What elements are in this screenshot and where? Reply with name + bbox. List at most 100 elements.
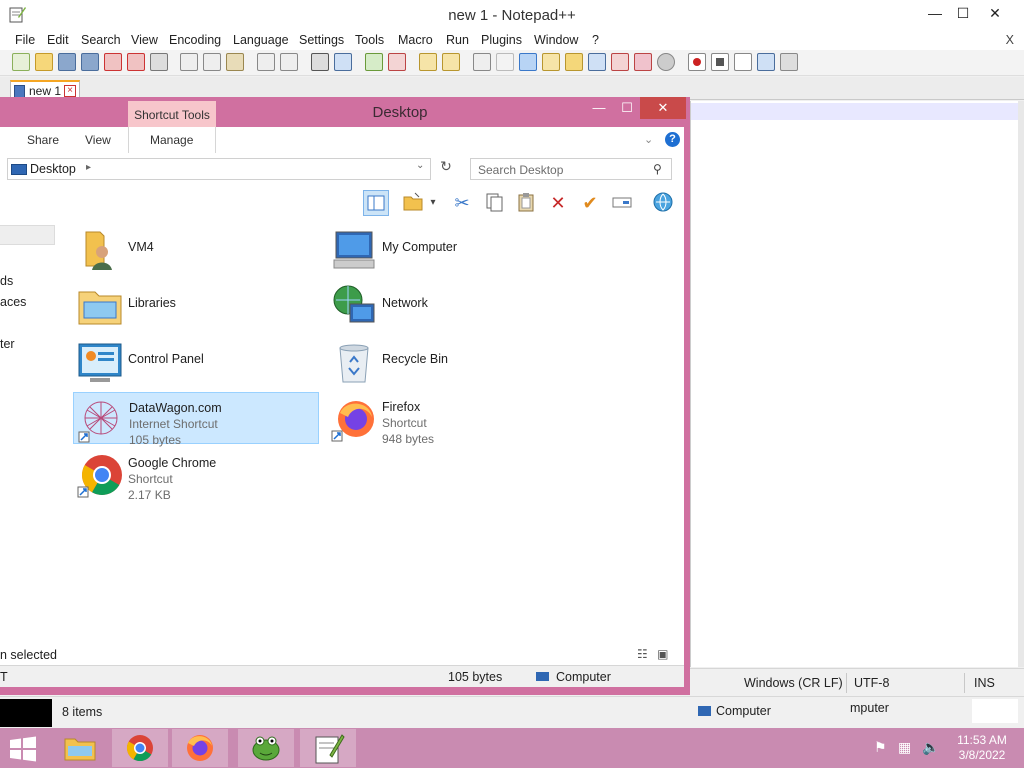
save-icon[interactable] <box>58 53 76 71</box>
properties-dropdown-icon[interactable]: ▾ <box>426 190 440 216</box>
menu-run[interactable]: Run <box>446 33 469 47</box>
word-wrap-icon[interactable] <box>473 53 491 71</box>
close-all-icon[interactable] <box>127 53 145 71</box>
open-file-icon[interactable] <box>35 53 53 71</box>
delete-icon[interactable]: ✕ <box>545 190 571 216</box>
menu-window[interactable]: Window <box>534 33 578 47</box>
print-icon[interactable] <box>150 53 168 71</box>
function-list-icon[interactable] <box>588 53 606 71</box>
menu-settings[interactable]: Settings <box>299 33 344 47</box>
editor-area[interactable] <box>690 101 1019 667</box>
properties-folder-icon[interactable] <box>400 190 426 216</box>
explorer-maximize-button[interactable]: ☐ <box>610 97 644 119</box>
nav-selected-item[interactable] <box>0 225 55 245</box>
desktop-item-firefox[interactable]: Firefox Shortcut 948 bytes <box>327 392 573 446</box>
search-icon[interactable]: ⚲ <box>653 162 662 176</box>
sync-horizontal-icon[interactable] <box>442 53 460 71</box>
doc-map-icon[interactable] <box>565 53 583 71</box>
help-icon[interactable]: ? <box>665 132 680 147</box>
new-file-icon[interactable] <box>12 53 30 71</box>
folder-workspace-icon[interactable] <box>611 53 629 71</box>
menu-file[interactable]: File <box>15 33 35 47</box>
desktop-item-my-computer[interactable]: My Computer <box>327 223 573 275</box>
close-document-button[interactable]: X <box>1006 33 1014 47</box>
paste-icon[interactable] <box>513 190 539 216</box>
sync-vertical-icon[interactable] <box>419 53 437 71</box>
undo-icon[interactable] <box>257 53 275 71</box>
cut-icon[interactable] <box>180 53 198 71</box>
menu-plugins[interactable]: Plugins <box>481 33 522 47</box>
replace-icon[interactable] <box>334 53 352 71</box>
zoom-out-icon[interactable] <box>388 53 406 71</box>
menu-language[interactable]: Language <box>233 33 289 47</box>
address-bar[interactable]: Desktop ▸ <box>7 158 431 180</box>
monitoring-icon[interactable] <box>634 53 652 71</box>
editor-scrollbar[interactable] <box>1018 101 1024 667</box>
windows-start-icon[interactable] <box>8 736 38 762</box>
action-center-flag-icon[interactable]: ⚑ <box>874 739 887 756</box>
taskbar-clock[interactable]: 11:53 AM 3/8/2022 <box>950 733 1014 763</box>
show-all-chars-icon[interactable] <box>496 53 514 71</box>
desktop-item-recycle-bin[interactable]: Recycle Bin <box>327 335 573 387</box>
search-box[interactable]: Search Desktop ⚲ <box>470 158 672 180</box>
find-icon[interactable] <box>311 53 329 71</box>
explorer-close-button[interactable]: ✕ <box>640 97 686 119</box>
menu-encoding[interactable]: Encoding <box>169 33 221 47</box>
tab-share[interactable]: Share <box>27 133 59 147</box>
desktop-item-vm4[interactable]: VM4 <box>73 223 319 275</box>
rename-icon[interactable] <box>609 190 635 216</box>
taskbar-file-explorer[interactable] <box>52 729 108 767</box>
menu-help[interactable]: ? <box>592 33 599 47</box>
large-icons-view-icon[interactable]: ▣ <box>657 647 668 661</box>
indent-guide-icon[interactable] <box>519 53 537 71</box>
taskbar-notepadpp[interactable] <box>300 729 356 767</box>
taskbar-firefox[interactable] <box>172 729 228 767</box>
address-location[interactable]: Desktop <box>30 162 76 176</box>
paste-icon[interactable] <box>226 53 244 71</box>
tab-close-icon[interactable]: × <box>64 85 76 97</box>
refresh-icon[interactable]: ↻ <box>435 158 457 180</box>
details-view-icon[interactable]: ☷ <box>637 647 648 661</box>
run-macro-multiple-icon[interactable] <box>757 53 775 71</box>
globe-icon[interactable] <box>650 190 676 216</box>
tab-view[interactable]: View <box>85 133 111 147</box>
copy-icon[interactable] <box>203 53 221 71</box>
taskbar-frog-app[interactable] <box>238 729 294 767</box>
save-macro-icon[interactable] <box>780 53 798 71</box>
comment-icon[interactable] <box>657 53 675 71</box>
nav-item-computer[interactable]: ter <box>0 337 15 351</box>
maximize-button[interactable]: ☐ <box>948 2 978 24</box>
preview-pane-icon[interactable] <box>363 190 389 216</box>
ribbon-expand-icon[interactable]: ⌄ <box>644 133 653 146</box>
menu-macro[interactable]: Macro <box>398 33 433 47</box>
menu-edit[interactable]: Edit <box>47 33 69 47</box>
tab-manage[interactable]: Manage <box>150 133 193 147</box>
desktop-item-google-chrome[interactable]: Google Chrome Shortcut 2.17 KB <box>73 448 319 502</box>
breadcrumb-chevron-icon[interactable]: ▸ <box>86 162 91 173</box>
cut-icon[interactable]: ✂ <box>449 190 475 216</box>
desktop-item-libraries[interactable]: Libraries <box>73 279 319 331</box>
network-status-icon[interactable]: ▦ <box>898 739 911 756</box>
rename-check-icon[interactable]: ✔ <box>577 190 603 216</box>
copy-icon[interactable] <box>481 190 507 216</box>
play-macro-icon[interactable] <box>734 53 752 71</box>
menu-view[interactable]: View <box>131 33 158 47</box>
record-macro-icon[interactable] <box>688 53 706 71</box>
close-button[interactable]: ✕ <box>980 2 1010 24</box>
taskbar-chrome[interactable] <box>112 729 168 767</box>
user-language-icon[interactable] <box>542 53 560 71</box>
stop-macro-icon[interactable] <box>711 53 729 71</box>
desktop-item-network[interactable]: Network <box>327 279 573 331</box>
minimize-button[interactable]: — <box>920 2 950 24</box>
menu-search[interactable]: Search <box>81 33 121 47</box>
desktop-item-control-panel[interactable]: Control Panel <box>73 335 319 387</box>
volume-muted-icon[interactable]: 🔈 <box>922 739 939 756</box>
close-file-icon[interactable] <box>104 53 122 71</box>
menu-tools[interactable]: Tools <box>355 33 384 47</box>
nav-item-places[interactable]: aces <box>0 295 26 309</box>
desktop-item-datawagon[interactable]: DataWagon.com Internet Shortcut 105 byte… <box>73 392 319 447</box>
zoom-in-icon[interactable] <box>365 53 383 71</box>
nav-item-downloads[interactable]: ds <box>0 274 13 288</box>
redo-icon[interactable] <box>280 53 298 71</box>
save-all-icon[interactable] <box>81 53 99 71</box>
